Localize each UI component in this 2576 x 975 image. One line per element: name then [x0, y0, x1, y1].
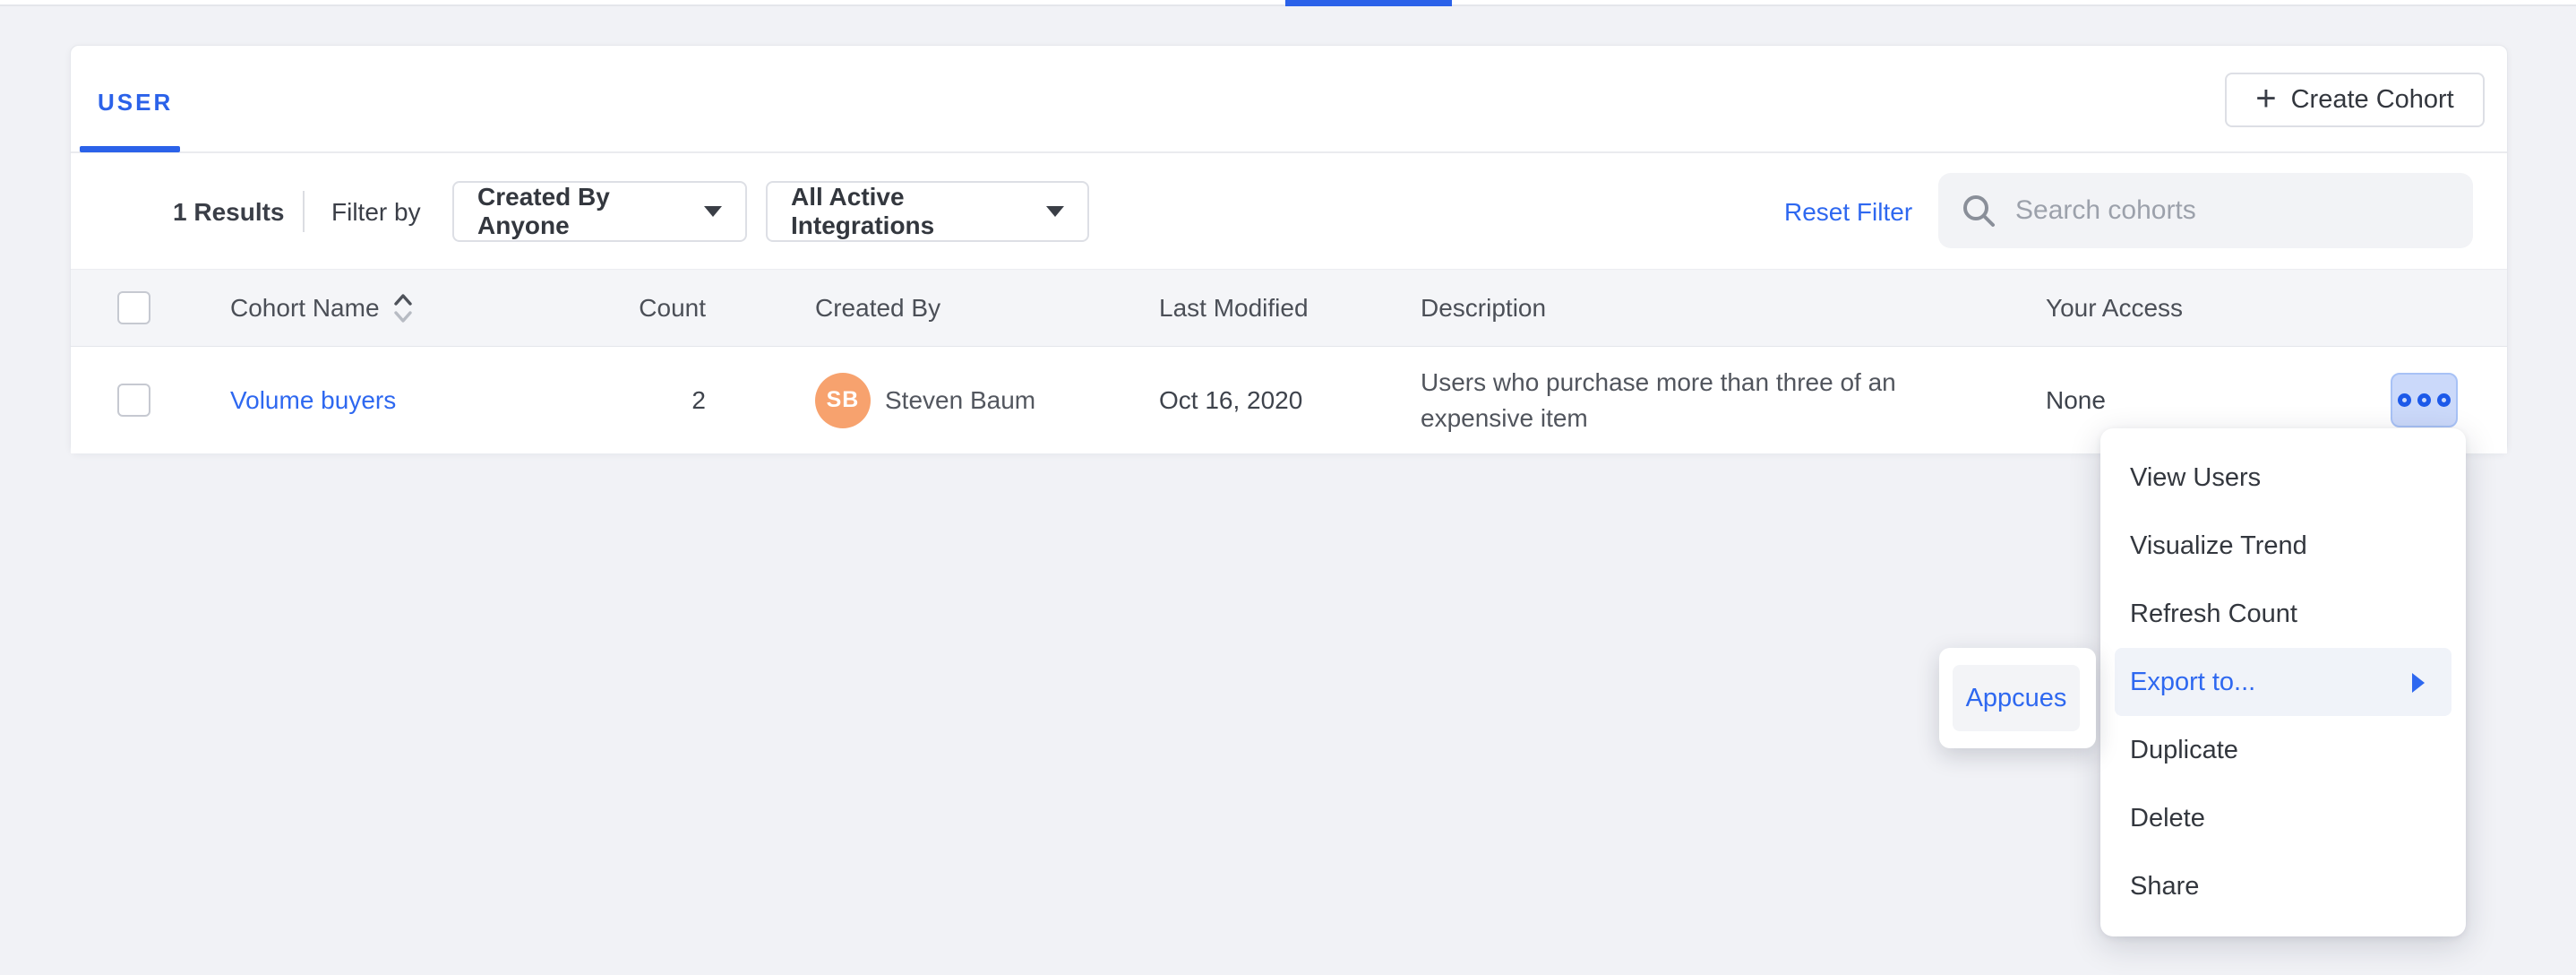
column-header-last-modified[interactable]: Last Modified: [1159, 270, 1309, 346]
integrations-dropdown-label: All Active Integrations: [791, 183, 1028, 240]
avatar: SB: [815, 373, 871, 428]
results-count: 1 Results: [173, 198, 285, 227]
search-box[interactable]: [1938, 173, 2473, 248]
your-access-value: None: [2046, 386, 2106, 415]
cohorts-panel: USER + Create Cohort 1 Results Filter by…: [70, 45, 2508, 453]
reset-filter-link[interactable]: Reset Filter: [1784, 198, 1912, 227]
cohort-name-link[interactable]: Volume buyers: [230, 386, 396, 415]
integrations-dropdown[interactable]: All Active Integrations: [766, 181, 1089, 242]
top-nav-bar: [0, 0, 2576, 6]
column-label: Count: [639, 294, 706, 323]
table-header-row: Cohort Name Count Created By Last Modifi…: [71, 269, 2507, 347]
chevron-down-icon: [704, 206, 722, 217]
export-submenu: Appcues: [1939, 648, 2096, 748]
create-cohort-label: Create Cohort: [2291, 85, 2454, 115]
select-all-checkbox[interactable]: [117, 291, 150, 324]
active-nav-tab-indicator: [1285, 0, 1452, 6]
column-label: Cohort Name: [230, 294, 380, 323]
column-label: Last Modified: [1159, 294, 1309, 323]
column-header-description[interactable]: Description: [1421, 270, 1967, 346]
search-input[interactable]: [2015, 195, 2451, 226]
panel-tab-bar: USER + Create Cohort: [71, 46, 2507, 153]
menu-item-view-users[interactable]: View Users: [2100, 444, 2466, 512]
row-actions-menu: View Users Visualize Trend Refresh Count…: [2100, 428, 2466, 936]
column-label: Description: [1421, 294, 1546, 323]
creator-name: Steven Baum: [885, 386, 1035, 415]
divider: [303, 191, 305, 232]
menu-item-visualize-trend[interactable]: Visualize Trend: [2100, 512, 2466, 580]
tab-user[interactable]: USER: [98, 89, 173, 116]
tab-user-underline: [80, 146, 180, 152]
chevron-down-icon: [1046, 206, 1064, 217]
created-by-dropdown[interactable]: Created By Anyone: [452, 181, 747, 242]
create-cohort-button[interactable]: + Create Cohort: [2225, 73, 2485, 127]
dot-icon: [2417, 393, 2431, 407]
sort-icon[interactable]: [392, 291, 414, 325]
menu-item-share[interactable]: Share: [2100, 852, 2466, 920]
menu-item-label: Export to...: [2130, 668, 2255, 696]
row-checkbox[interactable]: [117, 384, 150, 417]
cohort-count: 2: [691, 386, 706, 415]
plus-icon: +: [2255, 81, 2276, 116]
column-label: Your Access: [2046, 294, 2183, 323]
menu-item-refresh-count[interactable]: Refresh Count: [2100, 580, 2466, 648]
dot-icon: [2398, 393, 2411, 407]
search-icon: [1960, 192, 1997, 229]
created-by-dropdown-label: Created By Anyone: [477, 183, 686, 240]
column-header-cohort-name[interactable]: Cohort Name: [230, 270, 414, 346]
menu-item-duplicate[interactable]: Duplicate: [2100, 716, 2466, 784]
row-actions-button[interactable]: [2391, 373, 2458, 427]
submenu-arrow-icon: [2412, 673, 2425, 693]
filter-by-label: Filter by: [331, 198, 421, 227]
filter-bar: 1 Results Filter by Created By Anyone Al…: [71, 153, 2507, 269]
submenu-item-appcues[interactable]: Appcues: [1953, 665, 2080, 731]
menu-item-export-to[interactable]: Export to...: [2115, 648, 2451, 716]
menu-item-delete[interactable]: Delete: [2100, 784, 2466, 852]
last-modified-date: Oct 16, 2020: [1159, 386, 1302, 415]
column-header-your-access[interactable]: Your Access: [2046, 270, 2183, 346]
dot-icon: [2437, 393, 2451, 407]
column-header-count[interactable]: Count: [474, 270, 706, 346]
column-label: Created By: [815, 294, 940, 323]
column-header-created-by[interactable]: Created By: [815, 270, 940, 346]
cohort-description: Users who purchase more than three of an…: [1421, 365, 1967, 436]
